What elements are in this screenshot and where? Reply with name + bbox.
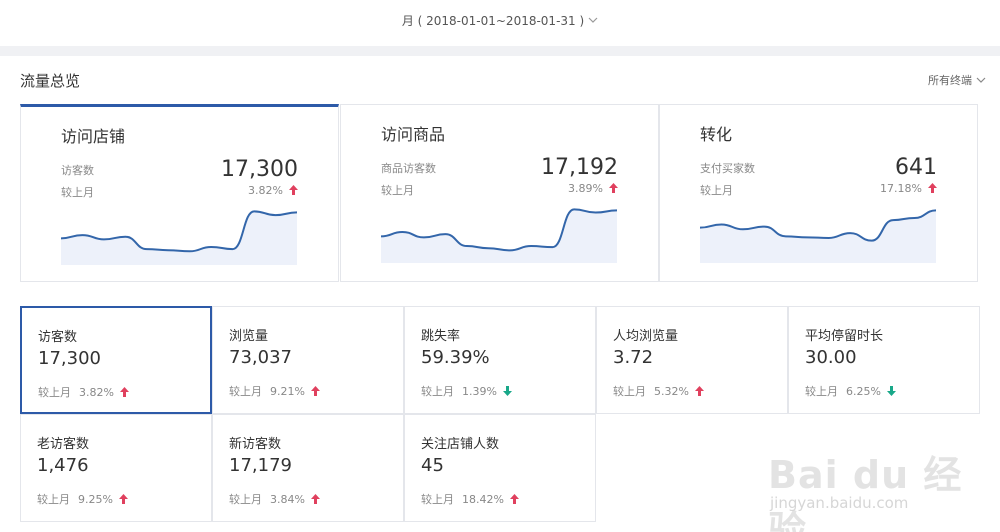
card-change-value: 17.18% <box>880 182 922 195</box>
period-label: 月 ( 2018-01-01~2018-01-31 ) <box>401 14 585 28</box>
sparkline-chart <box>381 208 617 263</box>
arrow-up-icon <box>119 387 129 400</box>
metric-compare: 较上月 1.39% <box>421 383 512 399</box>
terminal-filter-label: 所有终端 <box>928 74 972 87</box>
card-change: 3.89% <box>568 182 618 196</box>
metric-compare-label: 较上月 <box>613 385 646 398</box>
section-header: 流量总览 所有终端 <box>0 56 1000 104</box>
card-title: 转化 <box>700 125 733 144</box>
metric-value: 45 <box>421 455 444 476</box>
metric-compare: 较上月 5.32% <box>613 383 704 399</box>
metric-change: 6.25% <box>846 385 881 398</box>
watermark-brand: Bai du 经验 <box>768 453 963 532</box>
arrow-up-icon <box>310 494 320 507</box>
metric-value: 3.72 <box>613 347 654 368</box>
metric-label: 访客数 <box>38 330 78 345</box>
metric-value: 17,179 <box>229 455 292 476</box>
card-value: 17,300 <box>221 157 298 182</box>
metric-pageviews-per-visitor[interactable]: 人均浏览量 3.72 较上月 5.32% <box>596 306 788 414</box>
arrow-up-icon <box>509 494 519 507</box>
metric-change: 9.25% <box>78 493 113 506</box>
arrow-up-icon <box>694 386 704 399</box>
card-change: 3.82% <box>248 184 298 198</box>
sparkline-chart <box>61 210 297 265</box>
card-metric-label: 支付买家数 <box>700 162 755 175</box>
terminal-filter-dropdown[interactable]: 所有终端 <box>928 72 986 88</box>
metric-compare-label: 较上月 <box>421 385 454 398</box>
metric-compare-label: 较上月 <box>38 386 71 399</box>
metric-compare-label: 较上月 <box>805 385 838 398</box>
metric-label: 人均浏览量 <box>613 329 679 344</box>
metric-label: 老访客数 <box>37 437 90 452</box>
arrow-up-icon <box>289 185 298 198</box>
card-title: 访问商品 <box>381 125 446 144</box>
metric-bounce-rate[interactable]: 跳失率 59.39% 较上月 1.39% <box>404 306 596 414</box>
separator-band <box>0 46 1000 56</box>
metric-label: 浏览量 <box>229 329 269 344</box>
card-change-value: 3.82% <box>248 184 283 197</box>
period-selector[interactable]: 月 ( 2018-01-01~2018-01-31 ) <box>0 12 1000 29</box>
metric-change: 5.32% <box>654 385 689 398</box>
metric-label: 跳失率 <box>421 329 461 344</box>
metric-value: 30.00 <box>805 347 857 368</box>
metric-visitors[interactable]: 访客数 17,300 较上月 3.82% <box>20 306 212 414</box>
chevron-down-icon <box>588 12 598 26</box>
top-bar: 月 ( 2018-01-01~2018-01-31 ) <box>0 0 1000 46</box>
watermark-url: jingyan.baidu.com <box>770 494 909 512</box>
metric-change: 3.84% <box>270 493 305 506</box>
metric-label: 平均停留时长 <box>805 329 884 344</box>
card-visit-store[interactable]: 访问店铺 访客数 17,300 较上月 3.82% <box>20 104 339 282</box>
metric-compare: 较上月 18.42% <box>421 491 519 507</box>
arrow-down-icon <box>502 386 512 399</box>
metric-new-visitors[interactable]: 新访客数 17,179 较上月 3.84% <box>212 414 404 522</box>
metric-pageviews[interactable]: 浏览量 73,037 较上月 9.21% <box>212 306 404 414</box>
card-title: 访问店铺 <box>61 127 126 146</box>
metric-value: 17,300 <box>38 348 101 369</box>
metric-compare-label: 较上月 <box>37 493 70 506</box>
metric-change: 3.82% <box>79 386 114 399</box>
baidu-jingyan-watermark: Bai du 经验 jingyan.baidu.com <box>760 430 995 532</box>
metric-change: 1.39% <box>462 385 497 398</box>
metric-label: 关注店铺人数 <box>421 437 500 452</box>
metric-compare: 较上月 6.25% <box>805 383 896 399</box>
metric-label: 新访客数 <box>229 437 282 452</box>
metric-compare: 较上月 9.21% <box>229 383 320 399</box>
chevron-down-icon <box>976 73 986 86</box>
arrow-up-icon <box>928 183 937 196</box>
card-visit-products[interactable]: 访问商品 商品访客数 17,192 较上月 3.89% <box>340 104 659 282</box>
metric-change: 18.42% <box>462 493 504 506</box>
card-value: 17,192 <box>541 155 618 180</box>
arrow-up-icon <box>118 494 128 507</box>
card-metric-label: 访客数 <box>61 164 94 177</box>
card-change-value: 3.89% <box>568 182 603 195</box>
metric-avg-stay-duration[interactable]: 平均停留时长 30.00 较上月 6.25% <box>788 306 980 414</box>
arrow-down-icon <box>886 386 896 399</box>
sparkline-chart <box>700 209 936 263</box>
metric-compare-label: 较上月 <box>229 493 262 506</box>
card-conversion[interactable]: 转化 支付买家数 641 较上月 17.18% <box>659 104 978 282</box>
metric-value: 59.39% <box>421 347 490 368</box>
card-value: 641 <box>895 155 937 180</box>
card-metric-label: 商品访客数 <box>381 162 436 175</box>
metric-compare-label: 较上月 <box>229 385 262 398</box>
card-compare-label: 较上月 <box>381 184 414 197</box>
card-compare-label: 较上月 <box>700 184 733 197</box>
metric-compare: 较上月 3.84% <box>229 491 320 507</box>
card-change: 17.18% <box>880 182 937 196</box>
metric-store-followers[interactable]: 关注店铺人数 45 较上月 18.42% <box>404 414 596 522</box>
metric-compare-label: 较上月 <box>421 493 454 506</box>
arrow-up-icon <box>310 386 320 399</box>
metric-value: 73,037 <box>229 347 292 368</box>
metric-change: 9.21% <box>270 385 305 398</box>
metric-value: 1,476 <box>37 455 89 476</box>
metric-compare: 较上月 3.82% <box>38 384 129 400</box>
section-title: 流量总览 <box>20 72 81 90</box>
metric-compare: 较上月 9.25% <box>37 491 128 507</box>
metric-returning-visitors[interactable]: 老访客数 1,476 较上月 9.25% <box>20 414 212 522</box>
card-compare-label: 较上月 <box>61 186 94 199</box>
arrow-up-icon <box>609 183 618 196</box>
